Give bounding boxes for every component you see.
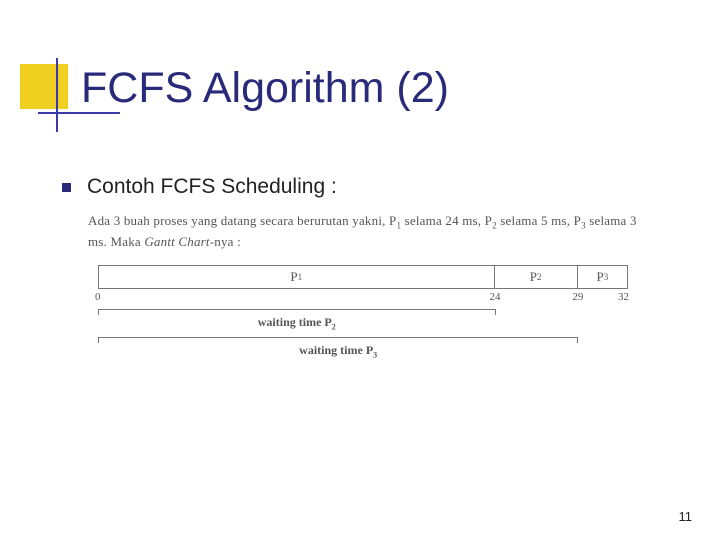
gantt-cell-p2: P2 <box>495 266 578 288</box>
gantt-cell-sub: 2 <box>537 272 542 282</box>
wait-label-text: waiting time P <box>299 343 373 357</box>
waiting-time-p3: waiting time P3 <box>98 337 578 359</box>
axis-tick: 24 <box>490 291 501 303</box>
axis-tick: 32 <box>618 291 629 303</box>
waiting-times: waiting time P2 waiting time P3 <box>98 309 648 359</box>
gantt-cell-sub: 1 <box>298 272 303 282</box>
waiting-label: waiting time P2 <box>98 315 496 331</box>
bullet-item: Contoh FCFS Scheduling : <box>62 175 337 199</box>
bullet-text: Contoh FCFS Scheduling : <box>87 175 337 199</box>
gantt-cell-sub: 3 <box>604 272 609 282</box>
desc-italic: Gantt Chart <box>144 234 209 249</box>
gantt-row: P1 P2 P3 <box>98 265 628 289</box>
gantt-cell-p3: P3 <box>578 266 627 288</box>
axis-tick: 0 <box>95 291 101 303</box>
gantt-cell-label: P <box>290 269 297 285</box>
desc-part: selama 5 ms, P <box>497 213 581 228</box>
wait-label-sub: 2 <box>332 323 336 332</box>
waiting-label: waiting time P3 <box>98 343 578 359</box>
desc-part: Ada 3 buah proses yang datang secara ber… <box>88 213 396 228</box>
wait-label-text: waiting time P <box>258 315 332 329</box>
slide-accent-line-vertical <box>56 58 58 132</box>
gantt-cell-p1: P1 <box>99 266 495 288</box>
content-block: Ada 3 buah proses yang datang secara ber… <box>88 212 648 359</box>
desc-part: selama 24 ms, P <box>401 213 492 228</box>
desc-part: -nya : <box>210 234 241 249</box>
gantt-chart: P1 P2 P3 0 24 29 32 <box>98 265 628 303</box>
description-text: Ada 3 buah proses yang datang secara ber… <box>88 212 648 251</box>
slide-title: FCFS Algorithm (2) <box>81 64 449 113</box>
waiting-time-p2: waiting time P2 <box>98 309 496 331</box>
gantt-cell-label: P <box>596 269 603 285</box>
page-number: 11 <box>679 509 693 524</box>
square-bullet-icon <box>62 183 71 192</box>
gantt-axis: 0 24 29 32 <box>98 289 628 303</box>
gantt-cell-label: P <box>530 269 537 285</box>
axis-tick: 29 <box>572 291 583 303</box>
slide-accent-square <box>20 64 68 109</box>
wait-label-sub: 3 <box>373 351 377 360</box>
